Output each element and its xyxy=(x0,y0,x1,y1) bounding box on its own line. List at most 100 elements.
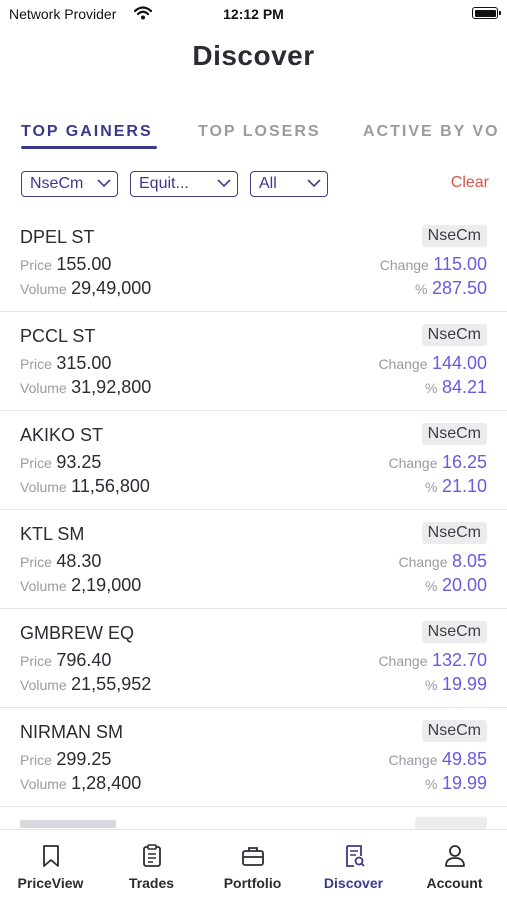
percent-field: % 20.00 xyxy=(425,575,487,596)
volume-label: Volume xyxy=(20,281,67,297)
group-filter-value: All xyxy=(259,175,277,192)
volume-label: Volume xyxy=(20,677,67,693)
chevron-down-icon xyxy=(97,179,111,188)
stock-row[interactable]: NIRMAN SM NseCm Price 299.25 Volume 1,28… xyxy=(0,708,507,807)
percent-field: % 19.99 xyxy=(425,773,487,794)
percent-field: % 19.99 xyxy=(425,674,487,695)
change-field: Change 8.05 xyxy=(398,551,487,572)
stock-symbol: DPEL ST xyxy=(20,227,95,247)
change-value: 115.00 xyxy=(433,254,487,274)
change-field: Change 49.85 xyxy=(388,749,487,770)
segment-filter-value: Equit... xyxy=(139,175,189,192)
exchange-badge: NseCm xyxy=(421,225,487,247)
nav-discover[interactable]: Discover xyxy=(303,830,404,901)
change-field: Change 115.00 xyxy=(380,254,487,275)
percent-label: % xyxy=(425,380,438,396)
price-value: 796.40 xyxy=(56,650,112,670)
clipboard-icon xyxy=(143,844,161,867)
nav-trades[interactable]: Trades xyxy=(101,830,202,901)
change-value: 8.05 xyxy=(451,551,487,571)
stock-row[interactable]: GMBREW EQ NseCm Price 796.40 Volume 21,5… xyxy=(0,609,507,708)
volume-value: 21,55,952 xyxy=(71,674,152,694)
price-label: Price xyxy=(20,554,52,570)
status-bar: Network Provider 12:12 PM xyxy=(0,0,507,28)
person-icon xyxy=(445,845,465,867)
change-label: Change xyxy=(398,554,448,570)
change-value: 144.00 xyxy=(431,353,487,373)
percent-value: 19.99 xyxy=(441,674,487,694)
volume-field: Volume 1,28,400 xyxy=(20,773,141,794)
exchange-filter[interactable]: NseCm xyxy=(21,171,118,197)
nav-label: Trades xyxy=(128,875,175,891)
page-title: Discover xyxy=(192,40,315,71)
price-value: 93.25 xyxy=(56,452,102,472)
stock-list: DPEL ST NseCm Price 155.00 Volume 29,49,… xyxy=(0,213,507,829)
volume-label: Volume xyxy=(20,479,67,495)
exchange-badge: NseCm xyxy=(421,621,487,643)
price-field: Price 155.00 xyxy=(20,254,111,275)
market-tabs: TOP GAINERS TOP LOSERS ACTIVE BY VO xyxy=(21,118,507,152)
stock-row[interactable]: DPEL ST NseCm Price 155.00 Volume 29,49,… xyxy=(0,213,507,312)
nav-label: PriceView xyxy=(17,875,84,891)
price-label: Price xyxy=(20,356,52,372)
nav-label: Discover xyxy=(323,875,384,891)
price-field: Price 315.00 xyxy=(20,353,111,374)
volume-value: 31,92,800 xyxy=(71,377,152,397)
status-time: 12:12 PM xyxy=(223,6,284,22)
briefcase-icon xyxy=(242,847,264,866)
volume-field: Volume 11,56,800 xyxy=(20,476,150,497)
price-value: 299.25 xyxy=(56,749,112,769)
price-value: 48.30 xyxy=(56,551,102,571)
volume-value: 2,19,000 xyxy=(71,575,142,595)
segment-filter[interactable]: Equit... xyxy=(130,171,238,197)
tab-top-gainers[interactable]: TOP GAINERS xyxy=(21,123,153,141)
change-label: Change xyxy=(388,455,438,471)
nav-portfolio[interactable]: Portfolio xyxy=(202,830,303,901)
bottom-tab-bar: PriceView Trades Portfolio Discover Acco… xyxy=(0,829,507,901)
price-value: 155.00 xyxy=(56,254,112,274)
percent-field: % 21.10 xyxy=(425,476,487,497)
exchange-filter-value: NseCm xyxy=(30,175,84,192)
price-value: 315.00 xyxy=(56,353,112,373)
volume-label: Volume xyxy=(20,578,67,594)
stock-symbol: KTL SM xyxy=(20,524,85,544)
price-field: Price 796.40 xyxy=(20,650,111,671)
volume-value: 29,49,000 xyxy=(71,278,152,298)
change-field: Change 16.25 xyxy=(388,452,487,473)
search-document-icon xyxy=(346,845,365,867)
volume-field: Volume 21,55,952 xyxy=(20,674,151,695)
active-tab-indicator xyxy=(21,146,157,149)
volume-field: Volume 31,92,800 xyxy=(20,377,151,398)
clipped-symbol xyxy=(20,820,116,828)
price-label: Price xyxy=(20,455,52,471)
volume-label: Volume xyxy=(20,380,67,396)
tab-top-losers[interactable]: TOP LOSERS xyxy=(198,123,321,141)
nav-account[interactable]: Account xyxy=(404,830,505,901)
stock-symbol: NIRMAN SM xyxy=(20,722,123,742)
price-label: Price xyxy=(20,257,52,273)
bookmark-icon xyxy=(43,845,59,867)
percent-label: % xyxy=(415,281,428,297)
change-label: Change xyxy=(378,356,428,372)
percent-field: % 287.50 xyxy=(415,278,487,299)
group-filter[interactable]: All xyxy=(250,171,328,197)
percent-label: % xyxy=(425,677,438,693)
battery-icon xyxy=(472,7,501,19)
stock-row[interactable]: KTL SM NseCm Price 48.30 Volume 2,19,000… xyxy=(0,510,507,609)
change-label: Change xyxy=(378,653,428,669)
volume-field: Volume 29,49,000 xyxy=(20,278,151,299)
nav-priceview[interactable]: PriceView xyxy=(0,830,101,901)
stock-symbol: AKIKO ST xyxy=(20,425,104,445)
change-value: 132.70 xyxy=(431,650,487,670)
tab-active-by-volume[interactable]: ACTIVE BY VO xyxy=(363,123,500,141)
percent-value: 84.21 xyxy=(441,377,487,397)
percent-label: % xyxy=(425,479,438,495)
change-field: Change 132.70 xyxy=(378,650,487,671)
stock-row-partial[interactable] xyxy=(0,807,507,829)
clear-filters-button[interactable]: Clear xyxy=(451,174,489,192)
volume-label: Volume xyxy=(20,776,67,792)
stock-row[interactable]: AKIKO ST NseCm Price 93.25 Volume 11,56,… xyxy=(0,411,507,510)
price-label: Price xyxy=(20,653,52,669)
exchange-badge: NseCm xyxy=(421,522,487,544)
stock-row[interactable]: PCCL ST NseCm Price 315.00 Volume 31,92,… xyxy=(0,312,507,411)
